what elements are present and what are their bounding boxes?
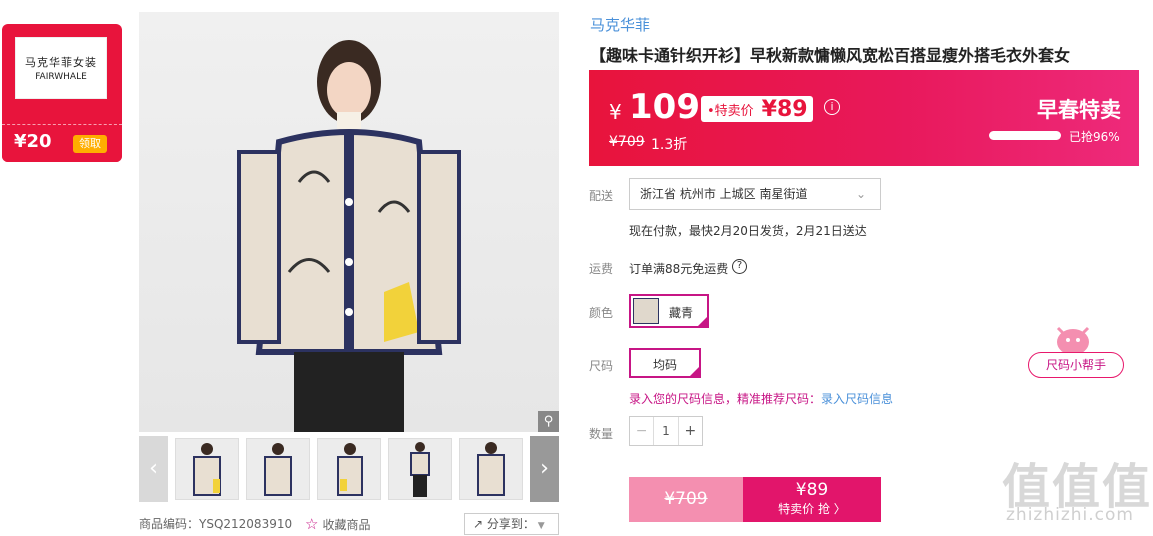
check-icon [696, 315, 709, 328]
color-value: 藏青 [669, 306, 694, 320]
buy-action: 特卖价 抢 〉 [778, 502, 846, 516]
size-value: 均码 [653, 358, 678, 372]
thumbnail[interactable] [459, 438, 523, 500]
brand-logo: 马克华菲女装 FAIRWHALE [15, 37, 107, 99]
coupon-amount: ¥20 [14, 131, 52, 152]
size-label: 尺码 [589, 359, 614, 373]
thumbnail[interactable] [175, 438, 239, 500]
question-icon[interactable]: ? [732, 259, 747, 274]
size-option[interactable]: 均码 [629, 348, 701, 378]
quantity-plus-button[interactable]: + [679, 417, 702, 445]
coupon-get-button[interactable]: 领取 [73, 135, 107, 153]
share-label: 分享到： [486, 517, 535, 531]
sold-progress-bar [989, 131, 1061, 140]
share-icon: ↗ [473, 517, 487, 531]
buy-now[interactable]: ¥89 特卖价 抢 〉 [743, 477, 881, 522]
size-helper-button[interactable]: 尺码小帮手 [1028, 352, 1124, 378]
color-label: 颜色 [589, 306, 614, 320]
chevron-down-icon: ⌄ [855, 187, 866, 201]
price-yen: ¥ [609, 100, 622, 124]
thumbnail-strip: ‹ › [139, 436, 559, 502]
thumbnail[interactable] [317, 438, 381, 500]
buy-price: ¥89 [795, 480, 829, 500]
original-price: ¥709 [609, 134, 645, 150]
check-icon [688, 365, 701, 378]
color-option[interactable]: 藏青 [629, 294, 709, 328]
brand-logo-cn: 马克华菲女装 [25, 56, 97, 69]
sold-progress-fill [990, 132, 1058, 139]
info-icon[interactable]: i [824, 99, 840, 115]
favorite-label: 收藏商品 [322, 518, 371, 532]
buy-button[interactable]: ¥709 ¥89 特卖价 抢 〉 [629, 477, 881, 522]
favorite-button[interactable]: ☆ 收藏商品 [305, 515, 370, 533]
share-button[interactable]: ↗ 分享到： ▼ [464, 513, 559, 535]
price-big: 109 [629, 87, 700, 127]
star-icon: ☆ [305, 515, 319, 533]
main-product-image [139, 12, 559, 432]
thumb-next-button[interactable]: › [530, 436, 559, 502]
promo-title: 早春特卖 [1037, 98, 1121, 122]
color-swatch [633, 298, 659, 324]
quantity-label: 数量 [589, 427, 614, 441]
size-info: 录入您的尺码信息，精准推荐尺码：录入尺码信息 [629, 390, 893, 407]
size-info-link[interactable]: 录入尺码信息 [821, 392, 893, 406]
chevron-down-icon: ▼ [534, 521, 545, 531]
product-code: 商品编码：YSQ212083910 [139, 517, 293, 531]
sale-label: •特卖价 [707, 103, 754, 119]
delivery-label: 配送 [589, 189, 614, 203]
quantity-minus-button[interactable]: − [630, 417, 653, 445]
thumb-prev-button[interactable]: ‹ [139, 436, 168, 502]
quantity-input[interactable]: 1 [653, 417, 679, 445]
thumbnail[interactable] [388, 438, 452, 500]
size-info-text: 录入您的尺码信息，精准推荐尺码： [629, 392, 822, 406]
shipping-text: 订单满88元免运费 [629, 262, 729, 276]
delivery-note: 现在付款，最快2月20日发货，2月21日送达 [629, 224, 867, 238]
sold-text: 已抢96% [1069, 130, 1120, 144]
brand-coupon[interactable]: 马克华菲女装 FAIRWHALE ¥20 领取 [2, 24, 122, 162]
address-value: 浙江省 杭州市 上城区 南星街道 [640, 187, 808, 201]
address-select[interactable]: 浙江省 杭州市 上城区 南星街道 ⌄ [629, 178, 881, 210]
brand-logo-en: FAIRWHALE [35, 72, 87, 82]
price-banner: ¥ 109 •特卖价 ¥89 i ¥709 1.3折 早春特卖 已抢96% [589, 70, 1139, 166]
product-title: 【趣味卡通针织开衫】早秋新款慵懒风宽松百搭显瘦外搭毛衣外套女 [590, 46, 1071, 65]
brand-link[interactable]: 马克华菲 [590, 14, 650, 35]
sale-price-tag: •特卖价 ¥89 [701, 96, 813, 122]
sale-price: ¥89 [761, 96, 808, 122]
thumbnail[interactable] [246, 438, 310, 500]
discount: 1.3折 [651, 137, 688, 153]
model-illustration [237, 40, 461, 432]
quantity-stepper: − 1 + [629, 416, 703, 446]
watermark-url: zhizhizhi.com [1006, 505, 1134, 525]
shipping-label: 运费 [589, 262, 614, 276]
buy-original-price: ¥709 [629, 477, 743, 522]
zoom-icon[interactable]: ⚲ [538, 411, 559, 432]
